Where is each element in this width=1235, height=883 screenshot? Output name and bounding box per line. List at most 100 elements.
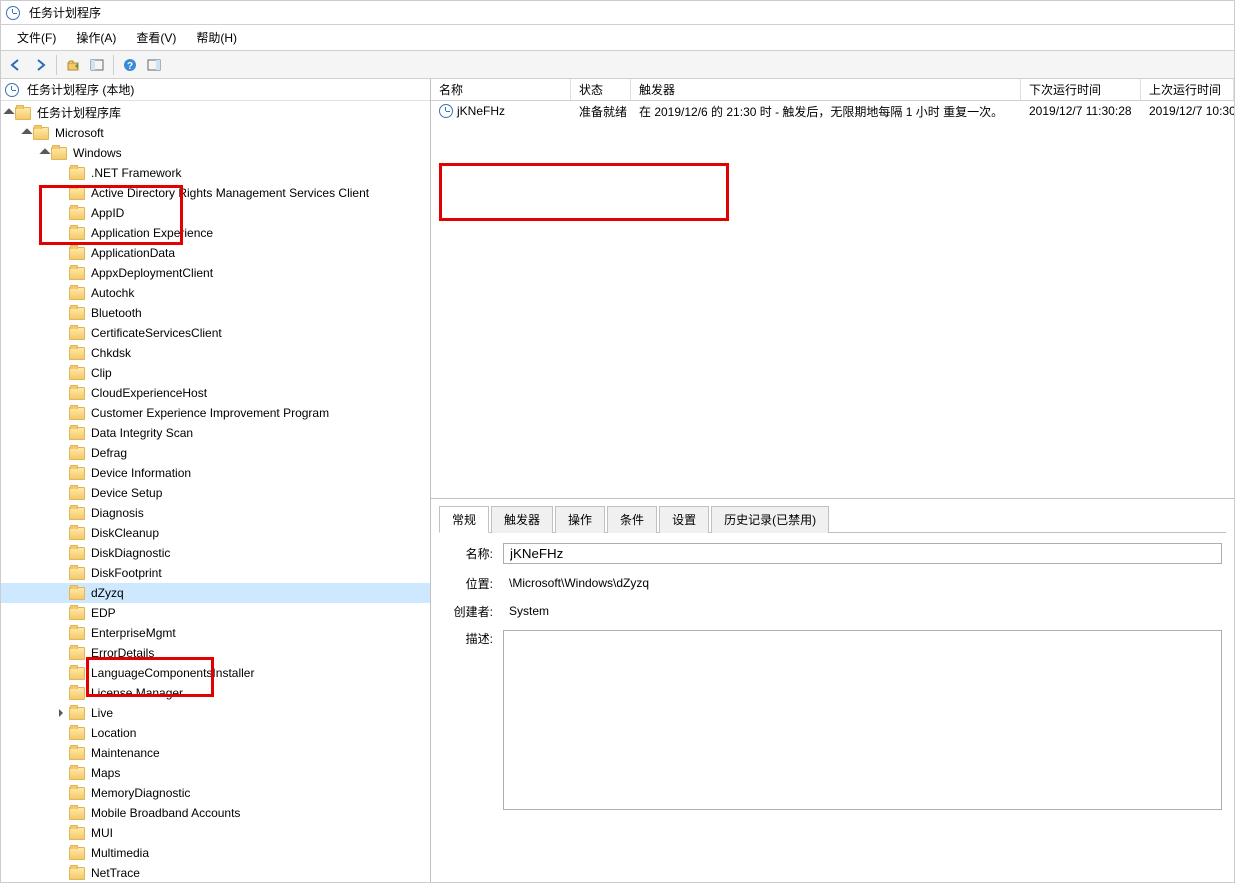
tree-item-diskdiagnostic[interactable]: DiskDiagnostic [1, 543, 430, 563]
window-title: 任务计划程序 [29, 4, 101, 21]
tree-item-label: Application Experience [89, 223, 215, 243]
folder-icon [69, 667, 85, 680]
input-name[interactable] [503, 543, 1222, 564]
tree-item-bluetooth[interactable]: Bluetooth [1, 303, 430, 323]
tree-item-active-directory-rights-management-services-client[interactable]: Active Directory Rights Management Servi… [1, 183, 430, 203]
tree-item-data-integrity-scan[interactable]: Data Integrity Scan [1, 423, 430, 443]
tree-item-maps[interactable]: Maps [1, 763, 430, 783]
folder-icon [69, 827, 85, 840]
tree-item-defrag[interactable]: Defrag [1, 443, 430, 463]
tree-item-chkdsk[interactable]: Chkdsk [1, 343, 430, 363]
tree-item-maintenance[interactable]: Maintenance [1, 743, 430, 763]
col-status[interactable]: 状态 [571, 79, 631, 100]
menu-help[interactable]: 帮助(H) [186, 26, 247, 49]
cell-name: jKNeFHz [457, 104, 505, 118]
col-trigger[interactable]: 触发器 [631, 79, 1021, 100]
help-button[interactable]: ? [119, 54, 141, 76]
tree-item-label: DiskFootprint [89, 563, 164, 583]
menu-action[interactable]: 操作(A) [66, 26, 126, 49]
tree-item--net-framework[interactable]: .NET Framework [1, 163, 430, 183]
tab-triggers[interactable]: 触发器 [491, 506, 553, 533]
tree-item-dzyzq[interactable]: dZyzq [1, 583, 430, 603]
folder-icon [69, 467, 85, 480]
tree-item-label: MemoryDiagnostic [89, 783, 192, 803]
col-next[interactable]: 下次运行时间 [1021, 79, 1141, 100]
tree-item-errordetails[interactable]: ErrorDetails [1, 643, 430, 663]
tree-item-enterprisemgmt[interactable]: EnterpriseMgmt [1, 623, 430, 643]
task-scheduler-window: 任务计划程序 文件(F) 操作(A) 查看(V) 帮助(H) ? 任务计划程序 … [0, 0, 1235, 883]
task-row[interactable]: jKNeFHz 准备就绪 在 2019/12/6 的 21:30 时 - 触发后… [431, 101, 1234, 121]
twisty-placeholder [55, 726, 69, 740]
menu-view[interactable]: 查看(V) [126, 26, 186, 49]
textarea-description[interactable] [503, 630, 1222, 810]
tree-microsoft[interactable]: Microsoft [1, 123, 430, 143]
tree-item-label: Live [89, 703, 115, 723]
col-last[interactable]: 上次运行时间 [1141, 79, 1234, 100]
tab-settings[interactable]: 设置 [659, 506, 709, 533]
tree-item-customer-experience-improvement-program[interactable]: Customer Experience Improvement Program [1, 403, 430, 423]
tree-item-location[interactable]: Location [1, 723, 430, 743]
collapse-icon[interactable] [37, 146, 51, 160]
tree-item-label: Defrag [89, 443, 129, 463]
forward-button[interactable] [29, 54, 51, 76]
tree-item-diskcleanup[interactable]: DiskCleanup [1, 523, 430, 543]
up-button[interactable] [62, 54, 84, 76]
tree-item-label: LanguageComponentsInstaller [89, 663, 256, 683]
tree-item-device-setup[interactable]: Device Setup [1, 483, 430, 503]
label-location: 位置: [443, 575, 503, 592]
tree-root-label[interactable]: 任务计划程序 (本地) [27, 81, 134, 98]
tab-history[interactable]: 历史记录(已禁用) [711, 506, 829, 533]
collapse-icon[interactable] [19, 126, 33, 140]
toolbar-separator [113, 55, 114, 75]
tree-header: 任务计划程序 (本地) [1, 79, 430, 101]
tree-item-edp[interactable]: EDP [1, 603, 430, 623]
tree-item-device-information[interactable]: Device Information [1, 463, 430, 483]
tree-item-multimedia[interactable]: Multimedia [1, 843, 430, 863]
tree-item-clip[interactable]: Clip [1, 363, 430, 383]
back-button[interactable] [5, 54, 27, 76]
tree-item-label: Active Directory Rights Management Servi… [89, 183, 371, 203]
tree-item-label: Multimedia [89, 843, 151, 863]
tree-item-label: EnterpriseMgmt [89, 623, 178, 643]
tree-item-live[interactable]: Live [1, 703, 430, 723]
tree-item-label: Device Setup [89, 483, 164, 503]
tree-item-diskfootprint[interactable]: DiskFootprint [1, 563, 430, 583]
show-hide-tree-button[interactable] [86, 54, 108, 76]
tree-windows[interactable]: Windows [1, 143, 430, 163]
tree-item-application-experience[interactable]: Application Experience [1, 223, 430, 243]
twisty-placeholder [55, 446, 69, 460]
tab-actions[interactable]: 操作 [555, 506, 605, 533]
folder-icon [69, 367, 85, 380]
folder-icon [69, 647, 85, 660]
task-list-pane: 名称 状态 触发器 下次运行时间 上次运行时间 jKNeFHz 准备就绪 在 2… [431, 79, 1234, 499]
collapse-icon[interactable] [1, 106, 15, 120]
tree-item-certificateservicesclient[interactable]: CertificateServicesClient [1, 323, 430, 343]
twisty-placeholder [55, 846, 69, 860]
tree-item-label: 任务计划程序库 [35, 103, 123, 123]
tree-item-applicationdata[interactable]: ApplicationData [1, 243, 430, 263]
content: 任务计划程序 (本地) 任务计划程序库MicrosoftWindows.NET … [1, 79, 1234, 882]
tree-item-mui[interactable]: MUI [1, 823, 430, 843]
tree-item-license-manager[interactable]: License Manager [1, 683, 430, 703]
tree-item-memorydiagnostic[interactable]: MemoryDiagnostic [1, 783, 430, 803]
folder-icon [69, 167, 85, 180]
twisty-placeholder [55, 546, 69, 560]
tree-item-appid[interactable]: AppID [1, 203, 430, 223]
tab-general[interactable]: 常规 [439, 506, 489, 533]
folder-icon [69, 747, 85, 760]
tree-item-diagnosis[interactable]: Diagnosis [1, 503, 430, 523]
tree-item-languagecomponentsinstaller[interactable]: LanguageComponentsInstaller [1, 663, 430, 683]
twisty-placeholder [55, 766, 69, 780]
show-actions-button[interactable] [143, 54, 165, 76]
tree-item-cloudexperiencehost[interactable]: CloudExperienceHost [1, 383, 430, 403]
tree-item-autochk[interactable]: Autochk [1, 283, 430, 303]
tree-item-nettrace[interactable]: NetTrace [1, 863, 430, 882]
tree-item-mobile-broadband-accounts[interactable]: Mobile Broadband Accounts [1, 803, 430, 823]
expand-icon[interactable] [55, 706, 69, 720]
label-author: 创建者: [443, 603, 503, 620]
col-name[interactable]: 名称 [431, 79, 571, 100]
tree-library[interactable]: 任务计划程序库 [1, 103, 430, 123]
tab-conditions[interactable]: 条件 [607, 506, 657, 533]
menu-file[interactable]: 文件(F) [7, 26, 66, 49]
tree-item-appxdeploymentclient[interactable]: AppxDeploymentClient [1, 263, 430, 283]
